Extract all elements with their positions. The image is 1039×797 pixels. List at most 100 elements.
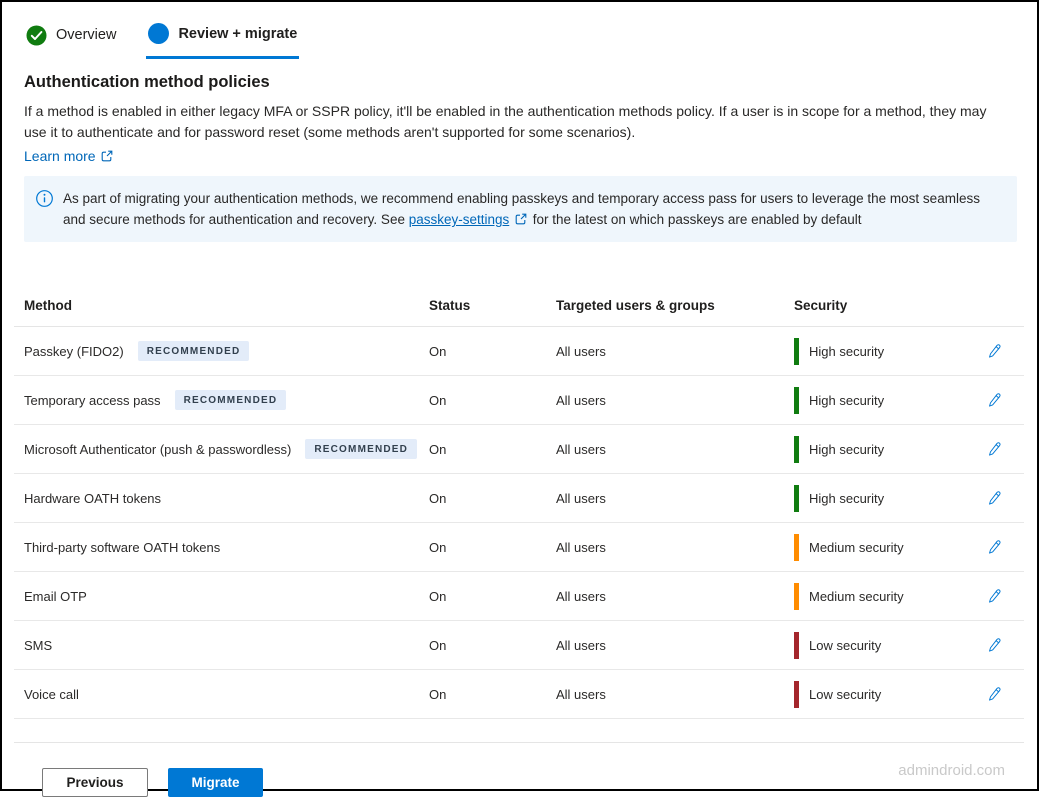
- status-value: On: [429, 589, 556, 604]
- info-icon: [36, 190, 53, 207]
- edit-cell: [966, 341, 1024, 362]
- status-value: On: [429, 638, 556, 653]
- edit-cell: [966, 488, 1024, 509]
- edit-pencil-icon[interactable]: [984, 586, 1004, 606]
- banner-text-after: for the latest on which passkeys are ena…: [533, 212, 862, 227]
- edit-pencil-icon[interactable]: [984, 341, 1004, 361]
- targeted-users-value: All users: [556, 687, 794, 702]
- page-description: If a method is enabled in either legacy …: [24, 101, 989, 143]
- table-row: Voice call On All users Low security: [14, 670, 1024, 719]
- info-banner-text: As part of migrating your authentication…: [63, 188, 1003, 230]
- security-level-bar: [794, 387, 799, 414]
- security-level-label: High security: [809, 491, 884, 506]
- method-name: Temporary access pass: [24, 393, 161, 408]
- edit-cell: [966, 439, 1024, 460]
- edit-pencil-icon[interactable]: [984, 635, 1004, 655]
- security-level-label: High security: [809, 442, 884, 457]
- step-active-dot-icon: [148, 23, 169, 44]
- targeted-users-value: All users: [556, 442, 794, 457]
- status-value: On: [429, 393, 556, 408]
- method-name: Voice call: [24, 687, 79, 702]
- security-level-label: Medium security: [809, 540, 904, 555]
- targeted-users-value: All users: [556, 393, 794, 408]
- edit-pencil-icon[interactable]: [984, 390, 1004, 410]
- learn-more-link[interactable]: Learn more: [24, 148, 113, 164]
- recommended-badge: RECOMMENDED: [138, 341, 250, 361]
- page-title: Authentication method policies: [24, 73, 1017, 92]
- security-cell: Low security: [794, 681, 966, 708]
- method-cell: Temporary access pass RECOMMENDED: [24, 390, 429, 410]
- learn-more-label: Learn more: [24, 148, 96, 164]
- column-header-targeted: Targeted users & groups: [556, 298, 794, 313]
- security-cell: High security: [794, 485, 966, 512]
- passkey-settings-label: passkey-settings: [409, 212, 510, 227]
- method-cell: Email OTP: [24, 589, 429, 604]
- edit-cell: [966, 684, 1024, 705]
- info-banner: As part of migrating your authentication…: [24, 176, 1017, 242]
- security-cell: Low security: [794, 632, 966, 659]
- method-cell: Voice call: [24, 687, 429, 702]
- status-value: On: [429, 540, 556, 555]
- external-link-icon[interactable]: [515, 213, 527, 225]
- method-cell: Third-party software OATH tokens: [24, 540, 429, 555]
- column-header-method: Method: [24, 298, 429, 313]
- status-value: On: [429, 491, 556, 506]
- security-level-bar: [794, 632, 799, 659]
- step-label-review-migrate: Review + migrate: [178, 26, 297, 42]
- method-name: Passkey (FIDO2): [24, 344, 124, 359]
- edit-pencil-icon[interactable]: [984, 537, 1004, 557]
- edit-pencil-icon[interactable]: [984, 488, 1004, 508]
- security-level-label: Low security: [809, 687, 881, 702]
- table-row: Email OTP On All users Medium security: [14, 572, 1024, 621]
- authentication-methods-migration-page: { "wizard": { "steps": [ { "label": "Ove…: [0, 0, 1039, 791]
- column-header-status: Status: [429, 298, 556, 313]
- table-row: Hardware OATH tokens On All users High s…: [14, 474, 1024, 523]
- security-level-bar: [794, 436, 799, 463]
- step-label-overview: Overview: [56, 27, 116, 43]
- status-value: On: [429, 442, 556, 457]
- method-name: Hardware OATH tokens: [24, 491, 161, 506]
- table-header-row: Method Status Targeted users & groups Se…: [14, 284, 1024, 327]
- method-cell: SMS: [24, 638, 429, 653]
- method-cell: Hardware OATH tokens: [24, 491, 429, 506]
- security-level-label: High security: [809, 344, 884, 359]
- edit-cell: [966, 586, 1024, 607]
- step-complete-check-icon: [26, 25, 47, 46]
- recommended-badge: RECOMMENDED: [175, 390, 287, 410]
- targeted-users-value: All users: [556, 540, 794, 555]
- passkey-settings-link[interactable]: passkey-settings: [409, 212, 510, 227]
- targeted-users-value: All users: [556, 491, 794, 506]
- security-cell: High security: [794, 387, 966, 414]
- targeted-users-value: All users: [556, 589, 794, 604]
- security-cell: Medium security: [794, 534, 966, 561]
- targeted-users-value: All users: [556, 344, 794, 359]
- method-cell: Passkey (FIDO2) RECOMMENDED: [24, 341, 429, 361]
- recommended-badge: RECOMMENDED: [305, 439, 417, 459]
- table-row: SMS On All users Low security: [14, 621, 1024, 670]
- edit-pencil-icon[interactable]: [984, 439, 1004, 459]
- table-row: Temporary access pass RECOMMENDED On All…: [14, 376, 1024, 425]
- method-name: Microsoft Authenticator (push & password…: [24, 442, 291, 457]
- auth-methods-table: Method Status Targeted users & groups Se…: [14, 284, 1024, 719]
- security-cell: Medium security: [794, 583, 966, 610]
- security-level-bar: [794, 681, 799, 708]
- security-cell: High security: [794, 436, 966, 463]
- migrate-button[interactable]: Migrate: [168, 768, 263, 797]
- tab-review-migrate[interactable]: Review + migrate: [146, 20, 299, 59]
- tab-overview[interactable]: Overview: [24, 20, 118, 59]
- wizard-steps: Overview Review + migrate: [2, 2, 1037, 59]
- external-link-icon: [101, 150, 113, 162]
- edit-cell: [966, 635, 1024, 656]
- security-level-bar: [794, 583, 799, 610]
- method-name: SMS: [24, 638, 52, 653]
- security-level-label: Low security: [809, 638, 881, 653]
- previous-button[interactable]: Previous: [42, 768, 148, 797]
- method-cell: Microsoft Authenticator (push & password…: [24, 439, 429, 459]
- method-name: Email OTP: [24, 589, 87, 604]
- edit-cell: [966, 390, 1024, 411]
- table-bottom-divider: [14, 719, 1024, 743]
- status-value: On: [429, 344, 556, 359]
- security-cell: High security: [794, 338, 966, 365]
- table-row: Passkey (FIDO2) RECOMMENDED On All users…: [14, 327, 1024, 376]
- edit-pencil-icon[interactable]: [984, 684, 1004, 704]
